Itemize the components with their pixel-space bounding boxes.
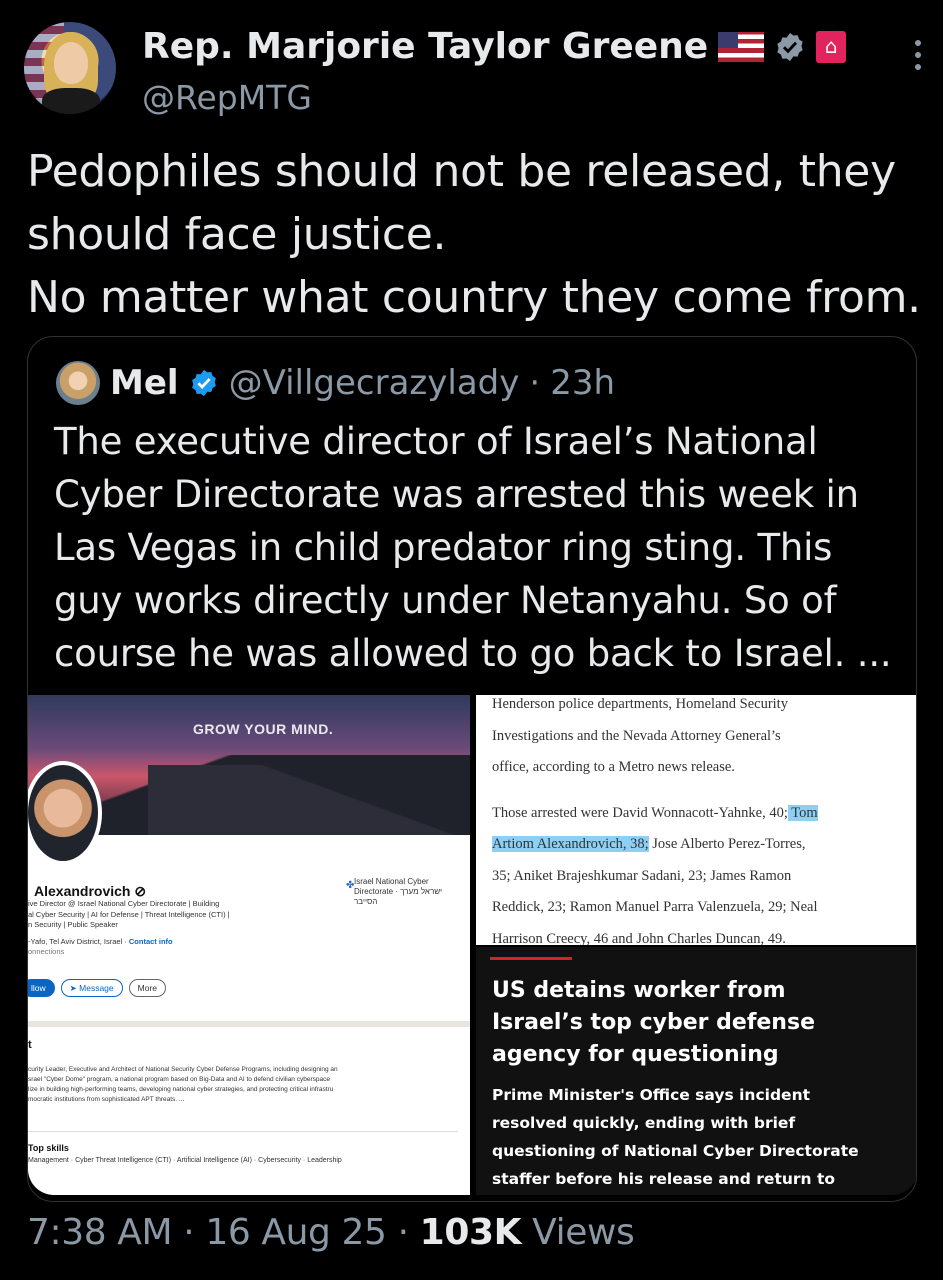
separator-dot: ·: [529, 363, 541, 403]
quoted-tweet-text: The executive director of Israel’s Natio…: [54, 415, 904, 680]
tweet-text-line: Pedophiles should not be released, they: [27, 146, 896, 197]
quoted-author-handle[interactable]: @Villgecrazylady: [229, 363, 520, 403]
tweet-header: Rep. Marjorie Taylor Greene @RepMTG: [24, 22, 924, 118]
tweet-time[interactable]: 7:38 AM: [27, 1212, 173, 1253]
tweet-date[interactable]: 16 Aug 25: [205, 1212, 387, 1253]
profile-photo: [28, 761, 102, 865]
more-button: More: [128, 979, 167, 997]
quoted-text-line: course he was allowed to go back to Isra…: [54, 632, 892, 675]
quoted-text-line: Las Vegas in child predator ring sting. …: [54, 526, 833, 569]
media-image-article-excerpt[interactable]: Henderson police departments, Homeland S…: [476, 695, 916, 945]
skills-heading: Top skills: [28, 1143, 69, 1153]
media-image-linkedin-profile[interactable]: GROW YOUR MIND. Alexandrovich ⊘ ✤ Israel…: [28, 695, 470, 1195]
article-text: Henderson police departments, Homeland S…: [492, 695, 912, 945]
profile-name: Alexandrovich ⊘: [34, 883, 147, 899]
section-divider: [28, 1021, 470, 1027]
article-line: Investigations and the Nevada Attorney G…: [492, 727, 781, 744]
banner-text: GROW YOUR MIND.: [193, 721, 334, 737]
article-line: Artiom Alexandrovich, 38; Jose Alberto P…: [492, 836, 806, 852]
verified-icon: [777, 32, 803, 61]
author-name-row: Rep. Marjorie Taylor Greene: [142, 26, 847, 67]
news-headline: US detains worker from Israel’s top cybe…: [492, 978, 815, 1067]
views-label: Views: [521, 1212, 635, 1253]
article-line: Henderson police departments, Homeland S…: [492, 696, 788, 712]
article-line: office, according to a Metro news releas…: [492, 759, 735, 775]
author-display-name[interactable]: Rep. Marjorie Taylor Greene: [142, 26, 708, 67]
separator-dot: ·: [172, 1212, 206, 1253]
author-avatar[interactable]: [24, 22, 116, 114]
contact-info-link: Contact info: [128, 936, 173, 946]
profile-headline: ive Director @ Israel National Cyber Dir…: [28, 899, 468, 958]
quoted-tweet-card[interactable]: Mel @Villgecrazylady · 23h The executive…: [27, 336, 917, 1202]
article-line: Harrison Creecy, 46 and John Charles Dun…: [492, 930, 786, 946]
follow-button: llow: [28, 979, 55, 997]
news-subheadline: Prime Minister's Office says incident re…: [492, 1086, 859, 1188]
quoted-text-line: guy works directly under Netanyahu. So o…: [54, 579, 837, 622]
separator-dot: ·: [386, 1212, 420, 1253]
article-line: 35; Aniket Brajeshkumar Sadani, 23; Jame…: [492, 867, 792, 884]
quoted-text-line: Cyber Directorate was arrested this week…: [54, 473, 859, 516]
article-line: Reddick, 23; Ramon Manuel Parra Valenzue…: [492, 899, 818, 915]
tweet-meta: 7:38 AM · 16 Aug 25 · 103K Views: [27, 1212, 635, 1253]
connections-count: onnections: [28, 947, 65, 956]
quoted-author-name[interactable]: Mel: [110, 363, 179, 403]
profile-actions: llow ➤ Message More: [28, 979, 167, 997]
tweet-text-line: No matter what country they come from.: [27, 272, 921, 323]
quoted-tweet-time[interactable]: 23h: [550, 363, 615, 403]
about-heading: t: [28, 1039, 32, 1051]
highlighted-text: Artiom Alexandrovich, 38;: [492, 836, 649, 852]
tweet-text: Pedophiles should not be released, they …: [27, 140, 921, 329]
about-text: curity Leader, Executive and Architect o…: [28, 1066, 338, 1103]
divider: [28, 1131, 458, 1132]
media-image-news-headline[interactable]: US detains worker from Israel’s top cybe…: [476, 947, 916, 1195]
tweet-text-line: should face justice.: [27, 209, 447, 260]
accent-rule: [490, 957, 572, 960]
article-line: Those arrested were David Wonnacott-Yahn…: [492, 804, 818, 821]
highlighted-text: Tom: [787, 804, 818, 821]
quoted-tweet-header: Mel @Villgecrazylady · 23h: [56, 361, 615, 405]
verified-icon: [191, 369, 216, 397]
skills-list: Management · Cyber Threat Intelligence (…: [28, 1157, 342, 1164]
quoted-text-line: The executive director of Israel’s Natio…: [54, 420, 818, 463]
author-handle[interactable]: @RepMTG: [142, 78, 312, 117]
profile-location: -Yafo, Tel Aviv District, Israel ·: [28, 936, 129, 946]
quoted-author-avatar[interactable]: [56, 361, 100, 405]
more-options-icon[interactable]: [912, 40, 924, 74]
views-count[interactable]: 103K: [420, 1212, 522, 1253]
government-label-icon: [816, 30, 847, 63]
us-flag-icon: [718, 31, 765, 62]
message-button: ➤ Message: [60, 979, 123, 997]
